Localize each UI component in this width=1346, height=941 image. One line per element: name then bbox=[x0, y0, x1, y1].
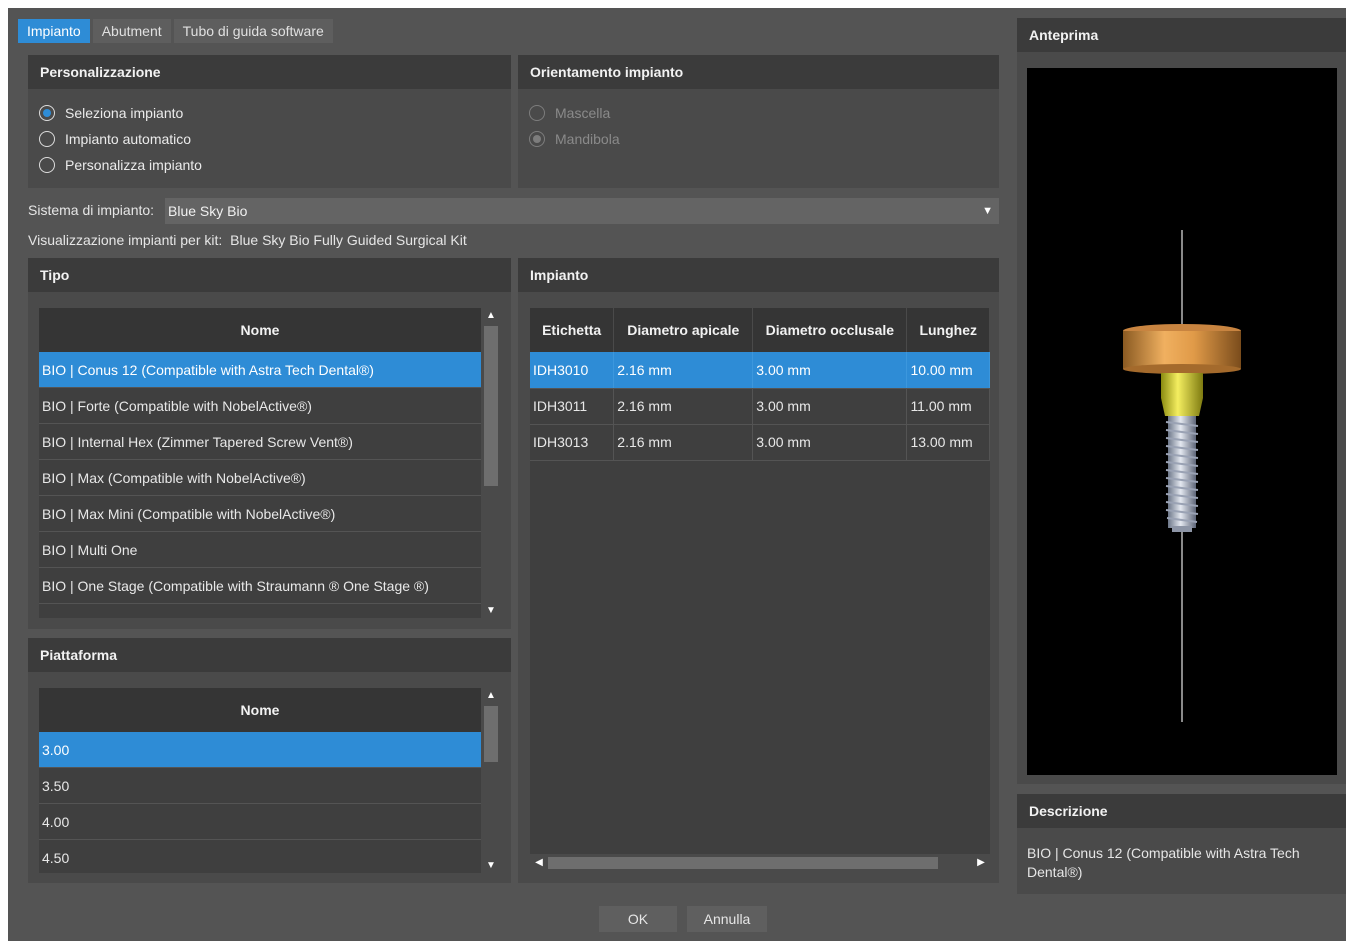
table-row[interactable]: IDH3011 2.16 mm 3.00 mm 11.00 mm bbox=[530, 388, 990, 425]
tab-tubo-guida[interactable]: Tubo di guida software bbox=[173, 19, 333, 43]
orientamento-panel: Orientamento impianto Mascella Mandibola bbox=[518, 55, 999, 188]
abutment-bottom bbox=[1123, 364, 1241, 374]
scroll-down-icon[interactable]: ▼ bbox=[482, 605, 500, 616]
cell-lunghezza: 11.00 mm bbox=[906, 388, 990, 425]
impianto-hscrollbar[interactable]: ◀ ▶ bbox=[530, 854, 990, 872]
radio-label: Mascella bbox=[555, 105, 611, 121]
list-item[interactable]: 3.00 bbox=[39, 732, 481, 768]
scroll-right-icon[interactable]: ▶ bbox=[972, 854, 990, 872]
column-header-diametro-apicale[interactable]: Diametro apicale bbox=[613, 308, 754, 352]
tab-bar: Impianto Abutment Tubo di guida software bbox=[18, 19, 333, 43]
scroll-up-icon[interactable]: ▲ bbox=[482, 690, 500, 701]
panel-title: Anteprima bbox=[1017, 18, 1346, 52]
radio-indicator[interactable] bbox=[39, 131, 55, 147]
impianto-panel: Impianto Etichetta Diametro apicale Diam… bbox=[518, 258, 999, 883]
list-item[interactable]: 3.50 bbox=[39, 768, 481, 804]
cell-diametro-occlusale: 3.00 mm bbox=[752, 388, 908, 425]
column-header-diametro-occlusale[interactable]: Diametro occlusale bbox=[752, 308, 908, 352]
panel-title: Personalizzazione bbox=[28, 55, 511, 89]
radio-mascella: Mascella bbox=[518, 100, 999, 126]
radio-label: Impianto automatico bbox=[65, 131, 192, 147]
piattaforma-list: Nome 3.00 3.50 4.00 4.50 bbox=[39, 688, 481, 873]
column-header-lunghezza[interactable]: Lunghez bbox=[906, 308, 990, 352]
annulla-button[interactable]: Annulla bbox=[687, 906, 767, 932]
radio-indicator[interactable] bbox=[39, 105, 55, 121]
list-item[interactable]: BIO | Max Mini (Compatible with NobelAct… bbox=[39, 496, 481, 532]
scroll-left-icon[interactable]: ◀ bbox=[530, 854, 548, 872]
cell-diametro-occlusale: 3.00 mm bbox=[752, 424, 908, 461]
radio-mandibola: Mandibola bbox=[518, 126, 999, 152]
list-item[interactable]: BIO | One Stage (Compatible with Strauma… bbox=[39, 568, 481, 604]
cell-etichetta: IDH3013 bbox=[530, 424, 615, 461]
kit-line: Visualizzazione impianti per kit: Blue S… bbox=[28, 232, 467, 248]
implant-3d-preview bbox=[1123, 230, 1241, 722]
list-item[interactable]: BIO | Forte (Compatible with NobelActive… bbox=[39, 388, 481, 424]
list-item[interactable]: BIO | Conus 12 (Compatible with Astra Te… bbox=[39, 352, 481, 388]
implant-apex bbox=[1172, 526, 1192, 532]
radio-seleziona-impianto[interactable]: Seleziona impianto bbox=[28, 100, 511, 126]
panel-title: Descrizione bbox=[1017, 794, 1346, 828]
list-item[interactable]: 4.00 bbox=[39, 804, 481, 840]
cell-diametro-apicale: 2.16 mm bbox=[613, 388, 754, 425]
radio-indicator bbox=[529, 105, 545, 121]
cell-etichetta: IDH3011 bbox=[530, 388, 615, 425]
radio-label: Seleziona impianto bbox=[65, 105, 184, 121]
cell-diametro-occlusale: 3.00 mm bbox=[752, 352, 908, 389]
scroll-thumb[interactable] bbox=[484, 706, 498, 762]
column-header-nome[interactable]: Nome bbox=[39, 308, 481, 352]
radio-impianto-automatico[interactable]: Impianto automatico bbox=[28, 126, 511, 152]
piattaforma-panel: Piattaforma Nome 3.00 3.50 4.00 4.50 ▲ ▼ bbox=[28, 638, 511, 883]
column-header-etichetta[interactable]: Etichetta bbox=[530, 308, 615, 352]
abutment-body bbox=[1123, 331, 1241, 369]
sistema-dropdown[interactable]: Blue Sky Bio ▼ bbox=[165, 198, 999, 224]
tab-impianto[interactable]: Impianto bbox=[18, 19, 90, 43]
cell-lunghezza: 10.00 mm bbox=[906, 352, 990, 389]
list-item[interactable]: BIO | Max (Compatible with NobelActive®) bbox=[39, 460, 481, 496]
tipo-scrollbar[interactable]: ▲ ▼ bbox=[482, 308, 500, 618]
radio-indicator[interactable] bbox=[39, 157, 55, 173]
cell-diametro-apicale: 2.16 mm bbox=[613, 424, 754, 461]
list-item[interactable]: BIO | Internal Hex (Zimmer Tapered Screw… bbox=[39, 424, 481, 460]
dialog-window: Impianto Abutment Tubo di guida software… bbox=[8, 8, 1346, 941]
cell-diametro-apicale: 2.16 mm bbox=[613, 352, 754, 389]
personalizzazione-panel: Personalizzazione Seleziona impianto Imp… bbox=[28, 55, 511, 188]
panel-title: Orientamento impianto bbox=[518, 55, 999, 89]
kit-value: Blue Sky Bio Fully Guided Surgical Kit bbox=[230, 232, 467, 248]
cell-etichetta: IDH3010 bbox=[530, 352, 615, 389]
kit-label: Visualizzazione impianti per kit: bbox=[28, 232, 223, 248]
table-row[interactable]: IDH3013 2.16 mm 3.00 mm 13.00 mm bbox=[530, 424, 990, 461]
radio-personalizza-impianto[interactable]: Personalizza impianto bbox=[28, 152, 511, 178]
ok-button[interactable]: OK bbox=[599, 906, 677, 932]
descrizione-text: BIO | Conus 12 (Compatible with Astra Te… bbox=[1027, 845, 1300, 880]
tab-abutment[interactable]: Abutment bbox=[92, 19, 171, 43]
triangle-down-icon[interactable]: ▼ bbox=[982, 198, 993, 224]
tipo-panel: Tipo Nome BIO | Conus 12 (Compatible wit… bbox=[28, 258, 511, 629]
tipo-list: Nome BIO | Conus 12 (Compatible with Ast… bbox=[39, 308, 481, 618]
panel-title: Impianto bbox=[518, 258, 999, 292]
table-row[interactable]: IDH3010 2.16 mm 3.00 mm 10.00 mm bbox=[530, 352, 990, 389]
radio-label: Personalizza impianto bbox=[65, 157, 202, 173]
radio-label: Mandibola bbox=[555, 131, 620, 147]
preview-viewport[interactable] bbox=[1027, 68, 1337, 775]
implant-collar bbox=[1161, 373, 1203, 416]
descrizione-panel: Descrizione BIO | Conus 12 (Compatible w… bbox=[1017, 794, 1346, 894]
scroll-down-icon[interactable]: ▼ bbox=[482, 860, 500, 871]
radio-indicator bbox=[529, 131, 545, 147]
list-item[interactable]: 4.50 bbox=[39, 840, 481, 873]
anteprima-panel: Anteprima bbox=[1017, 18, 1346, 784]
scroll-thumb[interactable] bbox=[548, 857, 938, 869]
scroll-thumb[interactable] bbox=[484, 326, 498, 486]
impianto-table: Etichetta Diametro apicale Diametro occl… bbox=[530, 308, 990, 461]
column-header-nome[interactable]: Nome bbox=[39, 688, 481, 732]
list-item[interactable]: BIO | Multi One bbox=[39, 532, 481, 568]
scroll-up-icon[interactable]: ▲ bbox=[482, 310, 500, 321]
sistema-label: Sistema di impianto: bbox=[28, 202, 155, 218]
sistema-value: Blue Sky Bio bbox=[168, 203, 248, 219]
panel-title: Piattaforma bbox=[28, 638, 511, 672]
panel-title: Tipo bbox=[28, 258, 511, 292]
piattaforma-scrollbar[interactable]: ▲ ▼ bbox=[482, 688, 500, 873]
cell-lunghezza: 13.00 mm bbox=[906, 424, 990, 461]
